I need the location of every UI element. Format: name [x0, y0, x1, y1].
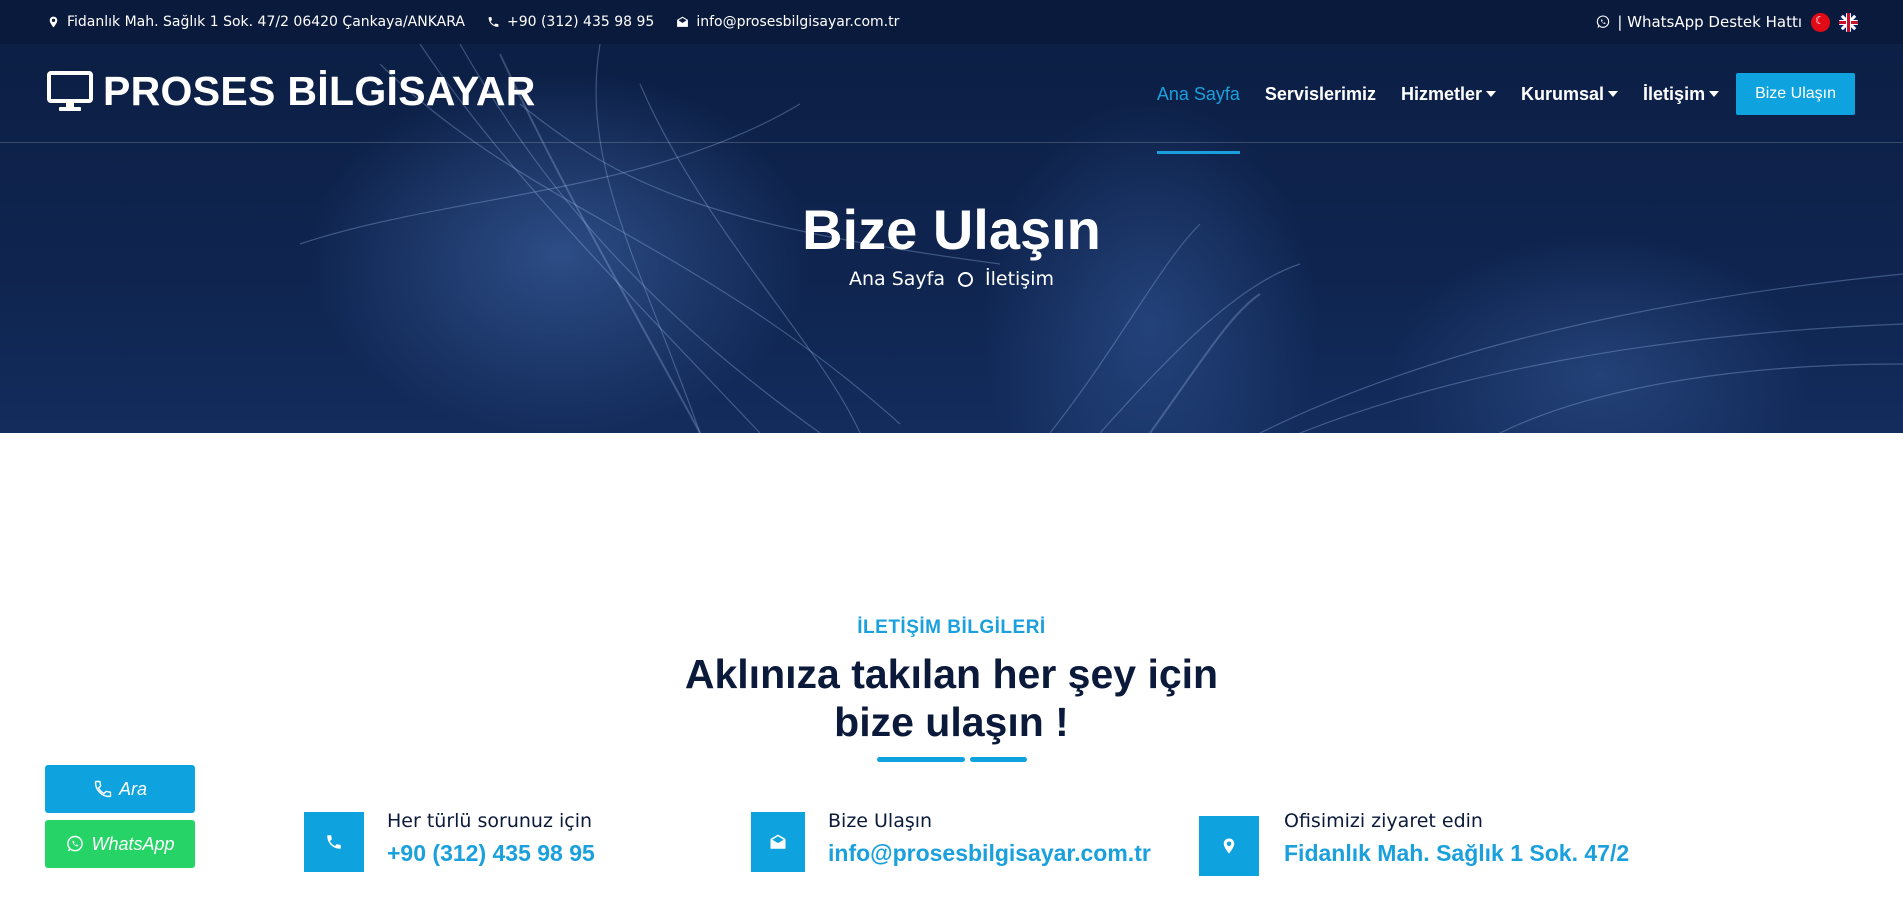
nav-item-hizmetler[interactable]: Hizmetler [1401, 84, 1497, 105]
nav-item-kurumsal[interactable]: Kurumsal [1521, 84, 1619, 105]
brand-logo[interactable]: PROSES BİLGİSAYAR [47, 68, 536, 115]
floating-whatsapp-label[interactable]: WhatsApp [91, 834, 174, 855]
nav-item-servislerimiz[interactable]: Servislerimiz [1265, 84, 1376, 105]
caret-down-icon [1486, 91, 1497, 97]
section-subtitle: İLETİŞİM BİLGİLERİ [857, 617, 1046, 638]
envelope-open-icon [677, 16, 689, 27]
uk-flag-icon[interactable] [1839, 12, 1858, 32]
heading-divider [970, 757, 1027, 762]
email-text[interactable]: info@prosesbilgisayar.com.tr [696, 14, 899, 30]
phone-icon [488, 17, 499, 27]
phone-text[interactable]: +90 (312) 435 98 95 [507, 14, 654, 30]
top-bar: Fidanlık Mah. Sağlık 1 Sok. 47/2 06420 Ç… [0, 0, 1903, 44]
email-item[interactable]: info@prosesbilgisayar.com.tr [676, 14, 899, 30]
contact-address-label: Ofisimizi ziyaret edin [1284, 810, 1483, 832]
contact-phone-value[interactable]: +90 (312) 435 98 95 [387, 840, 595, 867]
floating-whatsapp-button[interactable]: WhatsApp [45, 820, 195, 868]
nav-item-iletisim[interactable]: İletişim [1643, 84, 1720, 105]
floating-call-button[interactable]: Ara [45, 765, 195, 813]
map-pin-icon [1223, 838, 1235, 854]
whatsapp-support-link[interactable]: | WhatsApp Destek Hattı [1595, 13, 1802, 31]
envelope-icon-box [751, 812, 805, 872]
whatsapp-support-label[interactable]: | WhatsApp Destek Hattı [1617, 13, 1802, 31]
hero-banner: PROSES BİLGİSAYAR Ana Sayfa Servislerimi… [0, 44, 1903, 433]
map-pin-icon-box [1199, 816, 1259, 876]
phone-icon [327, 835, 341, 849]
contact-address-card: Ofisimizi ziyaret edin Fidanlık Mah. Sağ… [1199, 810, 1629, 876]
turkish-flag-icon[interactable] [1811, 12, 1830, 32]
address-item: Fidanlık Mah. Sağlık 1 Sok. 47/2 06420 Ç… [47, 14, 465, 30]
whatsapp-icon [67, 835, 84, 852]
whatsapp-icon [1597, 15, 1610, 28]
section-heading: Aklınıza takılan her şey için bize ulaşı… [0, 650, 1903, 746]
contact-address-value[interactable]: Fidanlık Mah. Sağlık 1 Sok. 47/2 [1284, 840, 1629, 867]
brand-name: PROSES BİLGİSAYAR [103, 68, 536, 114]
map-pin-icon [49, 16, 58, 28]
breadcrumb-current: İletişim [985, 268, 1054, 290]
page-title: Bize Ulaşın [802, 198, 1101, 261]
circle-separator-icon [958, 271, 973, 287]
contact-phone-label: Her türlü sorunuz için [387, 810, 593, 832]
breadcrumb: Ana Sayfa İletişim [0, 268, 1903, 290]
monitor-icon [47, 70, 93, 111]
caret-down-icon [1608, 91, 1619, 97]
nav-item-ana-sayfa[interactable]: Ana Sayfa [1156, 84, 1240, 154]
nav-menu: Ana Sayfa Servislerimiz Hizmetler Kurums… [1132, 73, 1855, 154]
heading-divider [877, 757, 965, 762]
floating-call-label[interactable]: Ara [119, 779, 147, 800]
phone-item[interactable]: +90 (312) 435 98 95 [487, 14, 654, 30]
caret-down-icon [1709, 91, 1720, 97]
contact-email-value[interactable]: info@prosesbilgisayar.com.tr [828, 840, 1151, 867]
contact-email-card: Bize Ulaşın info@prosesbilgisayar.com.tr [751, 810, 1151, 872]
contact-email-label: Bize Ulaşın [828, 810, 933, 832]
breadcrumb-home[interactable]: Ana Sayfa [849, 268, 945, 290]
main-navbar: PROSES BİLGİSAYAR Ana Sayfa Servislerimi… [0, 44, 1903, 154]
heading-line-2: bize ulaşın ! [834, 699, 1069, 745]
phone-icon-box [304, 812, 364, 872]
heading-line-1: Aklınıza takılan her şey için [684, 651, 1219, 697]
contact-us-button[interactable]: Bize Ulaşın [1736, 73, 1855, 115]
envelope-icon [770, 834, 786, 849]
contact-phone-card: Her türlü sorunuz için +90 (312) 435 98 … [304, 810, 595, 872]
address-text: Fidanlık Mah. Sağlık 1 Sok. 47/2 06420 Ç… [67, 14, 465, 30]
phone-icon [94, 780, 112, 798]
